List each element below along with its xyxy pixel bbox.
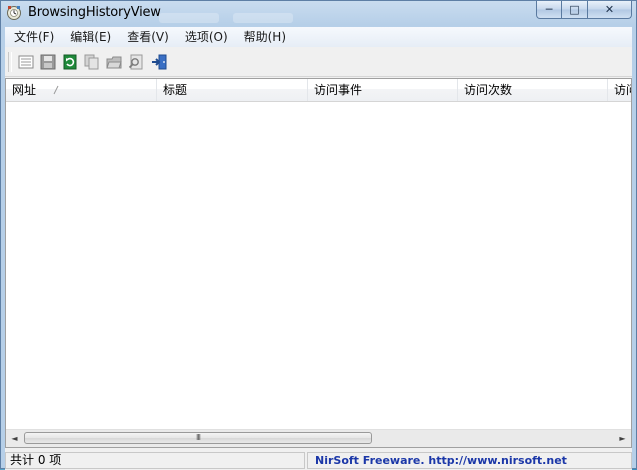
properties-icon [18, 55, 34, 69]
toolbar [5, 48, 632, 77]
copy-icon [84, 54, 99, 70]
status-item-count: 共计 0 项 [5, 452, 305, 469]
column-header-label: 网址 [12, 83, 37, 97]
window-controls: ─ □ ✕ [536, 1, 632, 19]
status-bar: 共计 0 项 NirSoft Freeware. http://www.nirs… [5, 450, 632, 470]
column-header-label: 访问次数 [464, 83, 513, 97]
minimize-button[interactable]: ─ [536, 1, 562, 19]
menu-edit[interactable]: 编辑(E) [61, 27, 118, 47]
maximize-button[interactable]: □ [562, 1, 588, 19]
background-blur [233, 13, 293, 23]
arrow-right-icon: ► [619, 434, 626, 443]
properties-button[interactable] [17, 53, 35, 71]
background-blur [159, 13, 219, 23]
menu-bar: 文件(F) 编辑(E) 查看(V) 选项(O) 帮助(H) [5, 27, 632, 47]
refresh-button[interactable] [61, 53, 79, 71]
client-area: 文件(F) 编辑(E) 查看(V) 选项(O) 帮助(H) 网址 标题 访问事件… [5, 27, 632, 470]
save-icon [40, 54, 56, 70]
save-button[interactable] [39, 53, 57, 71]
column-header-url[interactable]: 网址 [6, 79, 157, 101]
minimize-icon: ─ [545, 3, 553, 16]
title-bar[interactable]: BrowsingHistoryView ─ □ ✕ [1, 1, 636, 25]
column-header-visit-count[interactable]: 访问次数 [458, 79, 608, 101]
arrow-left-icon: ◄ [11, 434, 18, 443]
nirsoft-link[interactable]: NirSoft Freeware. http://www.nirsoft.net [307, 452, 632, 469]
menu-options[interactable]: 选项(O) [176, 27, 235, 47]
find-button[interactable] [127, 53, 145, 71]
column-header-label: 访问 [614, 83, 631, 97]
refresh-icon [63, 54, 77, 70]
menu-view[interactable]: 查看(V) [118, 27, 176, 47]
column-header-visit-more[interactable]: 访问 [608, 79, 631, 101]
menu-help[interactable]: 帮助(H) [235, 27, 293, 47]
open-folder-icon [106, 56, 122, 69]
find-icon [128, 54, 143, 70]
exit-icon [152, 54, 167, 70]
history-list[interactable]: 网址 标题 访问事件 访问次数 访问 [5, 78, 632, 448]
copy-button[interactable] [83, 53, 101, 71]
app-window: BrowsingHistoryView ─ □ ✕ 文件(F) 编辑(E) 查看… [0, 0, 637, 470]
scroll-grip-icon: III [195, 433, 201, 442]
scroll-left-button[interactable]: ◄ [6, 430, 23, 447]
column-header-title[interactable]: 标题 [157, 79, 308, 101]
scrollbar-thumb[interactable]: III [24, 432, 372, 444]
open-folder-button[interactable] [105, 53, 123, 71]
list-header: 网址 标题 访问事件 访问次数 访问 [6, 79, 631, 102]
scroll-right-button[interactable]: ► [614, 430, 631, 447]
horizontal-scrollbar[interactable]: ◄ III ► [6, 429, 631, 447]
menu-file[interactable]: 文件(F) [5, 27, 61, 47]
column-header-visit-time[interactable]: 访问事件 [308, 79, 458, 101]
window-title: BrowsingHistoryView [28, 5, 161, 20]
sort-indicator-icon [53, 85, 59, 95]
exit-button[interactable] [150, 53, 168, 71]
close-button[interactable]: ✕ [588, 1, 632, 19]
column-header-label: 访问事件 [314, 83, 363, 97]
app-icon[interactable] [6, 5, 22, 21]
toolbar-grip[interactable] [8, 52, 12, 72]
maximize-icon: □ [569, 3, 580, 16]
close-icon: ✕ [604, 3, 615, 16]
column-header-label: 标题 [163, 83, 188, 97]
